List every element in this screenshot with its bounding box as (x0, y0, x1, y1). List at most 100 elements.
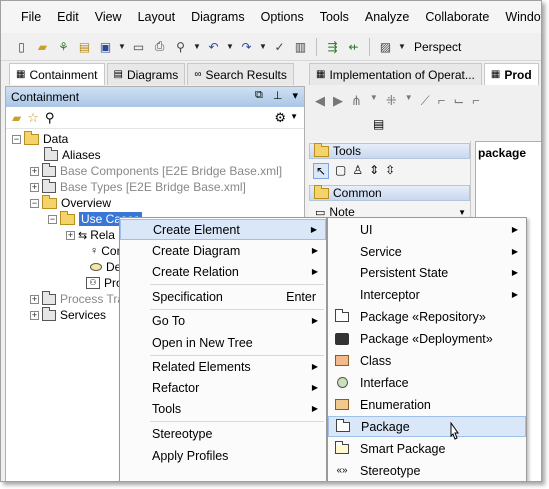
collapse-icon[interactable]: − (30, 198, 39, 208)
path-icon[interactable]: ⌐ (438, 93, 446, 109)
menu-analyze[interactable]: Analyze (357, 10, 417, 24)
menu-window[interactable]: Window (497, 10, 541, 24)
forward-engineer-icon[interactable]: ⇶ (324, 38, 341, 55)
expand-icon[interactable]: + (30, 166, 39, 176)
save-icon[interactable]: ▣ (97, 38, 114, 55)
submenu-item-persistent-state[interactable]: Persistent State ▶ (328, 262, 526, 283)
submenu-item-smart-package[interactable]: Smart Package (328, 438, 526, 459)
gear-icon[interactable]: ⚙ (274, 110, 286, 126)
pointer-icon[interactable]: ↖ (313, 163, 329, 179)
path-icon[interactable]: ⌐ (472, 93, 480, 109)
submenu-item-stereotype[interactable]: «» Stereotype (328, 460, 526, 481)
collapse-icon[interactable]: − (12, 134, 21, 144)
tab-search-results[interactable]: ∞ Search Results (187, 63, 294, 85)
tab-containment[interactable]: ▦ Containment (9, 63, 105, 85)
layout-options-icon[interactable]: ⁜ (386, 93, 397, 109)
submenu-item-enumeration[interactable]: Enumeration (328, 394, 526, 415)
path-icon[interactable]: ⌙ (453, 93, 464, 109)
tree-node-aliases[interactable]: Aliases (44, 146, 101, 163)
stamp-icon[interactable]: ♙ (352, 163, 363, 179)
marquee-icon[interactable]: ▢ (335, 163, 346, 179)
forward-icon[interactable]: ▶ (333, 93, 343, 109)
menu-collaborate[interactable]: Collaborate (417, 10, 497, 24)
spellcheck-icon[interactable]: ✓ (271, 38, 288, 55)
menu-item-refactor[interactable]: Refactor ▶ (120, 377, 326, 398)
expand-icon[interactable]: + (30, 294, 39, 304)
notes-icon[interactable]: ▥ (292, 38, 309, 55)
search-icon[interactable]: ⚲ (45, 110, 55, 126)
menu-tools[interactable]: Tools (312, 10, 357, 24)
menu-item-related-elements[interactable]: Related Elements ▶ (120, 356, 326, 377)
perspective-label[interactable]: Perspect (414, 40, 461, 54)
layout-icon[interactable]: ⋔ (351, 93, 362, 109)
print-preview-icon[interactable]: ▭ (130, 38, 147, 55)
align-icon[interactable]: ▤ (373, 117, 384, 131)
submenu-item-package[interactable]: Package (328, 416, 526, 437)
diagram-icon[interactable]: ▨ (377, 38, 394, 55)
tree-node-services[interactable]: + Services (30, 306, 106, 323)
submenu-item-ui[interactable]: UI ▶ (328, 219, 526, 240)
tree-node-relations[interactable]: + ⇆ Rela (66, 227, 115, 243)
chevron-down-icon[interactable]: ▼ (458, 208, 466, 217)
expand-icon[interactable]: + (30, 310, 39, 320)
submenu-item-class[interactable]: Class (328, 350, 526, 371)
print-icon[interactable]: ⎙ (151, 38, 168, 55)
submenu-item-package-repository[interactable]: Package «Repository» (328, 306, 526, 327)
tree-node-base-types[interactable]: + Base Types [E2E Bridge Base.xml] (30, 178, 246, 195)
chevron-down-icon[interactable]: ▼ (118, 38, 126, 55)
back-icon[interactable]: ◀ (315, 93, 325, 109)
menu-view[interactable]: View (87, 10, 130, 24)
tree-node-data[interactable]: − Data (12, 130, 68, 147)
menu-item-create-relation[interactable]: Create Relation ▶ (120, 261, 326, 282)
submenu-item-interface[interactable]: Interface (328, 372, 526, 393)
package-icon[interactable]: ▤ (76, 38, 93, 55)
menu-options[interactable]: Options (253, 10, 312, 24)
minimize-icon[interactable]: ▾ (292, 89, 298, 102)
tree-node-base-components[interactable]: + Base Components [E2E Bridge Base.xml] (30, 162, 282, 179)
tree-icon[interactable]: ⚘ (55, 38, 72, 55)
tab-diagrams[interactable]: ▤ Diagrams (106, 63, 186, 85)
menu-item-create-diagram[interactable]: Create Diagram ▶ (120, 240, 326, 261)
menu-item-go-to[interactable]: Go To ▶ (120, 310, 326, 331)
menu-item-stereotype[interactable]: Stereotype (120, 423, 326, 444)
star-icon[interactable]: ☆ (27, 110, 39, 126)
submenu-item-interceptor[interactable]: Interceptor ▶ (328, 284, 526, 305)
menu-edit[interactable]: Edit (49, 10, 87, 24)
pin-icon[interactable]: ⊥ (273, 89, 283, 102)
submenu-item-package-deployment[interactable]: Package «Deployment» (328, 328, 526, 349)
palette-common-header[interactable]: Common (309, 184, 470, 201)
tree-node-process-tra[interactable]: + Process Tra (30, 290, 124, 307)
menu-layout[interactable]: Layout (130, 10, 184, 24)
chevron-down-icon[interactable]: ▼ (226, 38, 234, 55)
chevron-down-icon[interactable]: ▼ (290, 112, 298, 121)
find-icon[interactable]: ⚲ (172, 38, 189, 55)
tree-node-overview[interactable]: − Overview (30, 194, 111, 211)
new-project-icon[interactable]: ▯ (13, 38, 30, 55)
menu-item-tools[interactable]: Tools ▶ (120, 398, 326, 419)
resize-icon[interactable]: ⇳ (385, 163, 395, 179)
reverse-engineer-icon[interactable]: ⇷ (345, 38, 362, 55)
collapse-icon[interactable]: − (48, 214, 57, 224)
expand-icon[interactable]: + (66, 230, 75, 240)
chevron-down-icon[interactable]: ▼ (398, 38, 406, 55)
palette-tools-header[interactable]: Tools (309, 142, 470, 159)
undo-icon[interactable]: ↶ (205, 38, 222, 55)
chevron-down-icon[interactable]: ▼ (370, 93, 378, 109)
tab-prod[interactable]: ▦ Prod (483, 63, 539, 85)
float-icon[interactable]: ⧉ (255, 89, 263, 102)
split-icon[interactable]: ⇕ (369, 163, 379, 179)
menu-diagrams[interactable]: Diagrams (183, 10, 253, 24)
chevron-down-icon[interactable]: ▼ (405, 93, 413, 109)
open-folder-icon[interactable]: ▰ (12, 111, 21, 125)
chevron-down-icon[interactable]: ▼ (193, 38, 201, 55)
redo-icon[interactable]: ↷ (238, 38, 255, 55)
menu-file[interactable]: File (13, 10, 49, 24)
menu-item-apply-profiles[interactable]: Apply Profiles (120, 445, 326, 466)
tab-implementation[interactable]: ▦ Implementation of Operat... (309, 63, 482, 85)
menu-item-specification[interactable]: Specification Enter (120, 286, 326, 307)
submenu-item-service[interactable]: Service ▶ (328, 241, 526, 262)
path-icon[interactable]: ⟋ (421, 93, 430, 109)
menu-item-create-element[interactable]: Create Element ▶ (120, 219, 326, 240)
chevron-down-icon[interactable]: ▼ (259, 38, 267, 55)
open-project-icon[interactable]: ▰ (34, 38, 51, 55)
